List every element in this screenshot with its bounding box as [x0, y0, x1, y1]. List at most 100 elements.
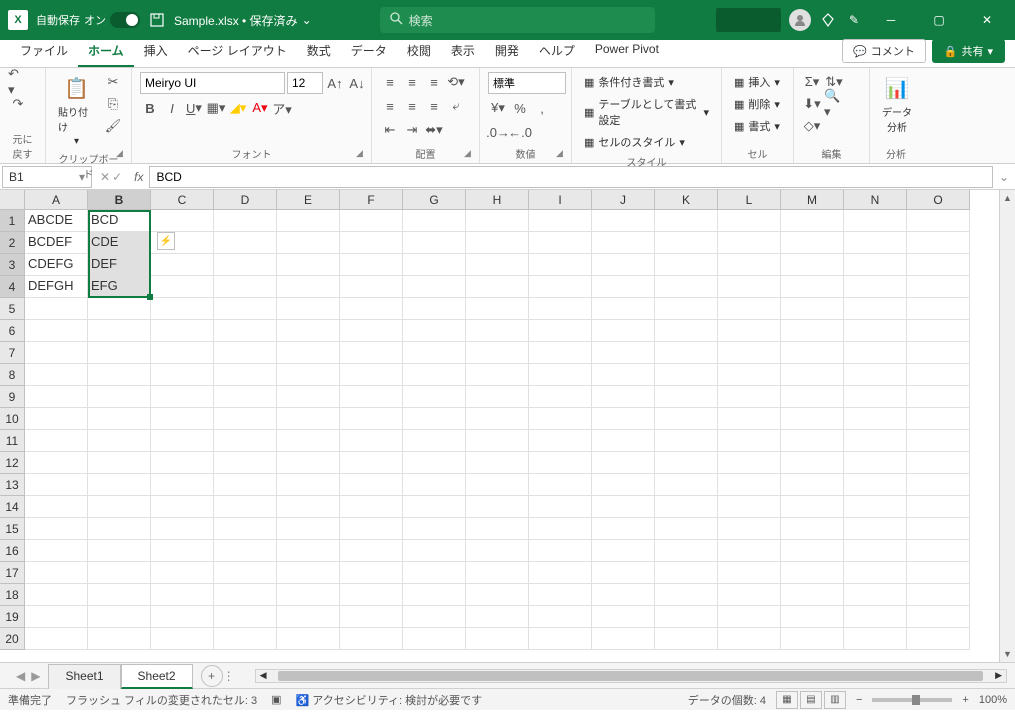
scroll-left-icon[interactable]: ◀: [256, 670, 271, 681]
zoom-level[interactable]: 100%: [979, 694, 1007, 706]
cell-E1[interactable]: [277, 210, 340, 232]
cell-N17[interactable]: [844, 562, 907, 584]
cell-G2[interactable]: [403, 232, 466, 254]
row-header-6[interactable]: 6: [0, 320, 25, 342]
cell-J14[interactable]: [592, 496, 655, 518]
cell-H7[interactable]: [466, 342, 529, 364]
cell-N8[interactable]: [844, 364, 907, 386]
align-middle-button[interactable]: ≡: [402, 72, 422, 92]
cell-L14[interactable]: [718, 496, 781, 518]
cell-E7[interactable]: [277, 342, 340, 364]
cell-N14[interactable]: [844, 496, 907, 518]
search-box[interactable]: 検索: [380, 7, 655, 33]
cell-B17[interactable]: [88, 562, 151, 584]
cell-I8[interactable]: [529, 364, 592, 386]
cell-E4[interactable]: [277, 276, 340, 298]
cell-L18[interactable]: [718, 584, 781, 606]
cell-B10[interactable]: [88, 408, 151, 430]
col-header-M[interactable]: M: [781, 190, 844, 210]
save-icon[interactable]: [148, 11, 166, 29]
cell-K15[interactable]: [655, 518, 718, 540]
cell-F10[interactable]: [340, 408, 403, 430]
cell-G20[interactable]: [403, 628, 466, 650]
cell-H13[interactable]: [466, 474, 529, 496]
cell-F15[interactable]: [340, 518, 403, 540]
cell-A6[interactable]: [25, 320, 88, 342]
increase-font-button[interactable]: A↑: [325, 73, 345, 93]
cell-A20[interactable]: [25, 628, 88, 650]
cell-A2[interactable]: BCDEF: [25, 232, 88, 254]
increase-indent-button[interactable]: ⇥: [402, 120, 422, 140]
row-header-16[interactable]: 16: [0, 540, 25, 562]
data-analysis-button[interactable]: 📊 データ 分析: [878, 72, 916, 136]
cell-O20[interactable]: [907, 628, 970, 650]
cell-K3[interactable]: [655, 254, 718, 276]
cell-A11[interactable]: [25, 430, 88, 452]
fx-icon[interactable]: fx: [128, 170, 149, 184]
cell-J13[interactable]: [592, 474, 655, 496]
cell-H19[interactable]: [466, 606, 529, 628]
cell-N13[interactable]: [844, 474, 907, 496]
sheet-nav-prev-icon[interactable]: ◀: [16, 669, 25, 683]
comma-button[interactable]: ,: [532, 98, 552, 118]
cell-C1[interactable]: [151, 210, 214, 232]
cell-G3[interactable]: [403, 254, 466, 276]
cell-L5[interactable]: [718, 298, 781, 320]
cell-M16[interactable]: [781, 540, 844, 562]
cell-D16[interactable]: [214, 540, 277, 562]
cell-O2[interactable]: [907, 232, 970, 254]
zoom-out-button[interactable]: −: [856, 694, 862, 706]
cell-I11[interactable]: [529, 430, 592, 452]
cell-H17[interactable]: [466, 562, 529, 584]
cell-D10[interactable]: [214, 408, 277, 430]
cell-K18[interactable]: [655, 584, 718, 606]
align-right-button[interactable]: ≡: [424, 96, 444, 116]
cell-I20[interactable]: [529, 628, 592, 650]
col-header-G[interactable]: G: [403, 190, 466, 210]
cell-C11[interactable]: [151, 430, 214, 452]
cell-F2[interactable]: [340, 232, 403, 254]
cell-G7[interactable]: [403, 342, 466, 364]
cell-J5[interactable]: [592, 298, 655, 320]
cell-E19[interactable]: [277, 606, 340, 628]
row-header-1[interactable]: 1: [0, 210, 25, 232]
cell-B16[interactable]: [88, 540, 151, 562]
cell-F12[interactable]: [340, 452, 403, 474]
page-layout-view-button[interactable]: ▤: [800, 691, 822, 709]
cell-D17[interactable]: [214, 562, 277, 584]
cell-J17[interactable]: [592, 562, 655, 584]
clear-button[interactable]: ◇▾: [802, 116, 822, 136]
cell-H14[interactable]: [466, 496, 529, 518]
align-center-button[interactable]: ≡: [402, 96, 422, 116]
cell-O16[interactable]: [907, 540, 970, 562]
cell-O19[interactable]: [907, 606, 970, 628]
avatar-icon[interactable]: [789, 9, 811, 31]
cell-J7[interactable]: [592, 342, 655, 364]
cell-A10[interactable]: [25, 408, 88, 430]
add-sheet-button[interactable]: +: [201, 665, 223, 687]
cell-J9[interactable]: [592, 386, 655, 408]
row-header-17[interactable]: 17: [0, 562, 25, 584]
cell-B19[interactable]: [88, 606, 151, 628]
cell-E18[interactable]: [277, 584, 340, 606]
cell-J2[interactable]: [592, 232, 655, 254]
cell-L11[interactable]: [718, 430, 781, 452]
cell-M20[interactable]: [781, 628, 844, 650]
underline-button[interactable]: U▾: [184, 98, 204, 118]
cell-J6[interactable]: [592, 320, 655, 342]
cell-L4[interactable]: [718, 276, 781, 298]
cell-G9[interactable]: [403, 386, 466, 408]
cell-F16[interactable]: [340, 540, 403, 562]
cell-C15[interactable]: [151, 518, 214, 540]
cell-O9[interactable]: [907, 386, 970, 408]
cell-M4[interactable]: [781, 276, 844, 298]
cell-M7[interactable]: [781, 342, 844, 364]
cell-C17[interactable]: [151, 562, 214, 584]
cell-F18[interactable]: [340, 584, 403, 606]
row-header-19[interactable]: 19: [0, 606, 25, 628]
cell-C4[interactable]: [151, 276, 214, 298]
cell-H20[interactable]: [466, 628, 529, 650]
cell-N5[interactable]: [844, 298, 907, 320]
cell-L19[interactable]: [718, 606, 781, 628]
dialog-launcher-icon[interactable]: ◢: [464, 148, 476, 160]
